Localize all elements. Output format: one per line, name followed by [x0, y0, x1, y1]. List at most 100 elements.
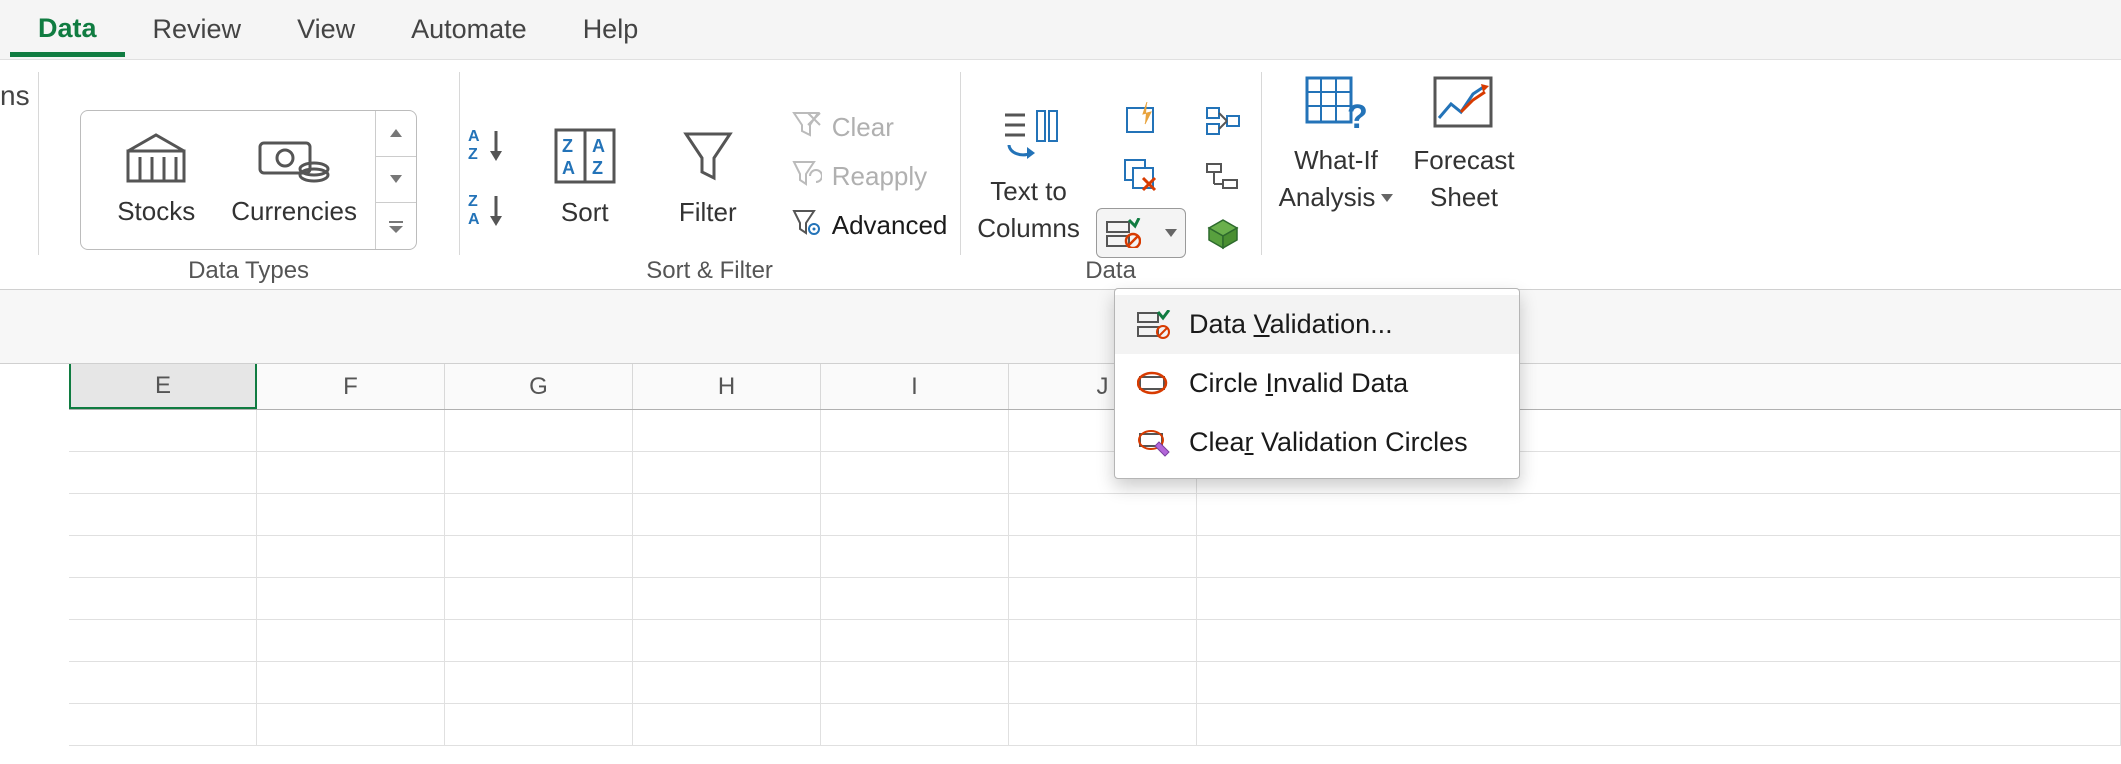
cell[interactable] [821, 620, 1009, 662]
sort-asc-button[interactable]: A Z [466, 125, 510, 170]
cell[interactable] [257, 704, 445, 746]
cell[interactable] [1197, 620, 2121, 662]
cell[interactable] [821, 704, 1009, 746]
tab-help[interactable]: Help [555, 4, 667, 55]
svg-text:Z: Z [468, 193, 478, 210]
cell[interactable] [445, 452, 633, 494]
cell[interactable] [821, 452, 1009, 494]
forecast-l1: Forecast [1413, 145, 1514, 176]
col-header-e[interactable]: E [69, 364, 257, 409]
cell[interactable] [445, 410, 633, 452]
tab-review[interactable]: Review [125, 4, 270, 55]
flash-fill-button[interactable] [1118, 96, 1164, 142]
cell[interactable] [1009, 662, 1197, 704]
cell[interactable] [821, 536, 1009, 578]
cell[interactable] [445, 494, 633, 536]
advanced-filter-icon [790, 207, 822, 244]
cell[interactable] [69, 452, 257, 494]
cell[interactable] [69, 620, 257, 662]
gallery-down[interactable] [376, 157, 416, 203]
cell[interactable] [69, 494, 257, 536]
cell[interactable] [445, 620, 633, 662]
tab-data[interactable]: Data [10, 3, 125, 57]
stocks-button[interactable]: Stocks [99, 127, 213, 233]
cell[interactable] [633, 452, 821, 494]
data-validation-split-button[interactable] [1096, 208, 1186, 258]
cell[interactable] [257, 494, 445, 536]
cell[interactable] [257, 410, 445, 452]
cell[interactable] [69, 704, 257, 746]
data-validation-icon [1105, 218, 1141, 248]
col-header-i[interactable]: I [821, 364, 1009, 409]
remove-duplicates-button[interactable] [1118, 152, 1164, 198]
cell[interactable] [1197, 662, 2121, 704]
cell[interactable] [1197, 578, 2121, 620]
cell[interactable] [633, 662, 821, 704]
menu-circle-invalid[interactable]: Circle Invalid Data [1115, 354, 1519, 413]
cell[interactable] [633, 704, 821, 746]
menu-data-validation[interactable]: Data Validation... [1115, 295, 1519, 354]
relationships-button[interactable] [1200, 154, 1246, 200]
cell[interactable] [633, 494, 821, 536]
sort-button[interactable]: Z A A Z Sort [534, 120, 636, 234]
cell[interactable] [257, 536, 445, 578]
advanced-filter-label: Advanced [832, 210, 948, 241]
cell[interactable] [633, 578, 821, 620]
col-header-g[interactable]: G [445, 364, 633, 409]
reapply-filter-button[interactable]: Reapply [784, 156, 954, 197]
currencies-button[interactable]: Currencies [213, 127, 375, 233]
cell[interactable] [445, 578, 633, 620]
cell[interactable] [445, 704, 633, 746]
group-data-tools: Text to Columns [961, 60, 1261, 289]
svg-text:A: A [468, 128, 480, 145]
cell[interactable] [257, 620, 445, 662]
cell[interactable] [1009, 620, 1197, 662]
data-types-gallery: Stocks Currencies [80, 110, 417, 250]
cell[interactable] [257, 452, 445, 494]
chevron-down-icon [1381, 194, 1393, 202]
cell[interactable] [257, 662, 445, 704]
sheet-grid[interactable] [69, 410, 2121, 746]
cell[interactable] [633, 620, 821, 662]
cell[interactable] [445, 662, 633, 704]
cell[interactable] [69, 578, 257, 620]
cell[interactable] [1009, 704, 1197, 746]
gallery-more[interactable] [376, 203, 416, 248]
stocks-icon [122, 133, 190, 190]
tab-view[interactable]: View [269, 4, 383, 55]
clear-filter-button[interactable]: Clear [784, 107, 954, 148]
consolidate-button[interactable] [1200, 98, 1246, 144]
cell[interactable] [1197, 536, 2121, 578]
cell[interactable] [257, 578, 445, 620]
sort-desc-button[interactable]: Z A [466, 190, 510, 235]
cell[interactable] [1009, 536, 1197, 578]
col-header-f[interactable]: F [257, 364, 445, 409]
cell[interactable] [445, 536, 633, 578]
gallery-up[interactable] [376, 111, 416, 157]
cell[interactable] [821, 662, 1009, 704]
cell[interactable] [821, 578, 1009, 620]
cell[interactable] [69, 536, 257, 578]
tab-automate[interactable]: Automate [383, 4, 555, 55]
text-to-columns-l2: Columns [977, 213, 1080, 244]
what-if-l1: What-If [1294, 145, 1378, 176]
text-to-columns-button[interactable]: Text to Columns [975, 105, 1082, 248]
cell[interactable] [1197, 494, 2121, 536]
cell[interactable] [821, 494, 1009, 536]
cell[interactable] [69, 410, 257, 452]
filter-button[interactable]: Filter [660, 120, 756, 234]
reapply-icon [790, 158, 822, 195]
advanced-filter-button[interactable]: Advanced [784, 205, 954, 246]
cell[interactable] [633, 410, 821, 452]
menu-clear-circles[interactable]: Clear Validation Circles [1115, 413, 1519, 472]
cell[interactable] [1197, 704, 2121, 746]
cell[interactable] [821, 410, 1009, 452]
forecast-sheet-button[interactable]: Forecast Sheet [1411, 70, 1516, 217]
what-if-button[interactable]: ? What-If Analysis [1277, 70, 1396, 217]
cell[interactable] [633, 536, 821, 578]
cell[interactable] [1009, 494, 1197, 536]
cell[interactable] [1009, 578, 1197, 620]
data-model-button[interactable] [1200, 210, 1246, 256]
col-header-h[interactable]: H [633, 364, 821, 409]
cell[interactable] [69, 662, 257, 704]
